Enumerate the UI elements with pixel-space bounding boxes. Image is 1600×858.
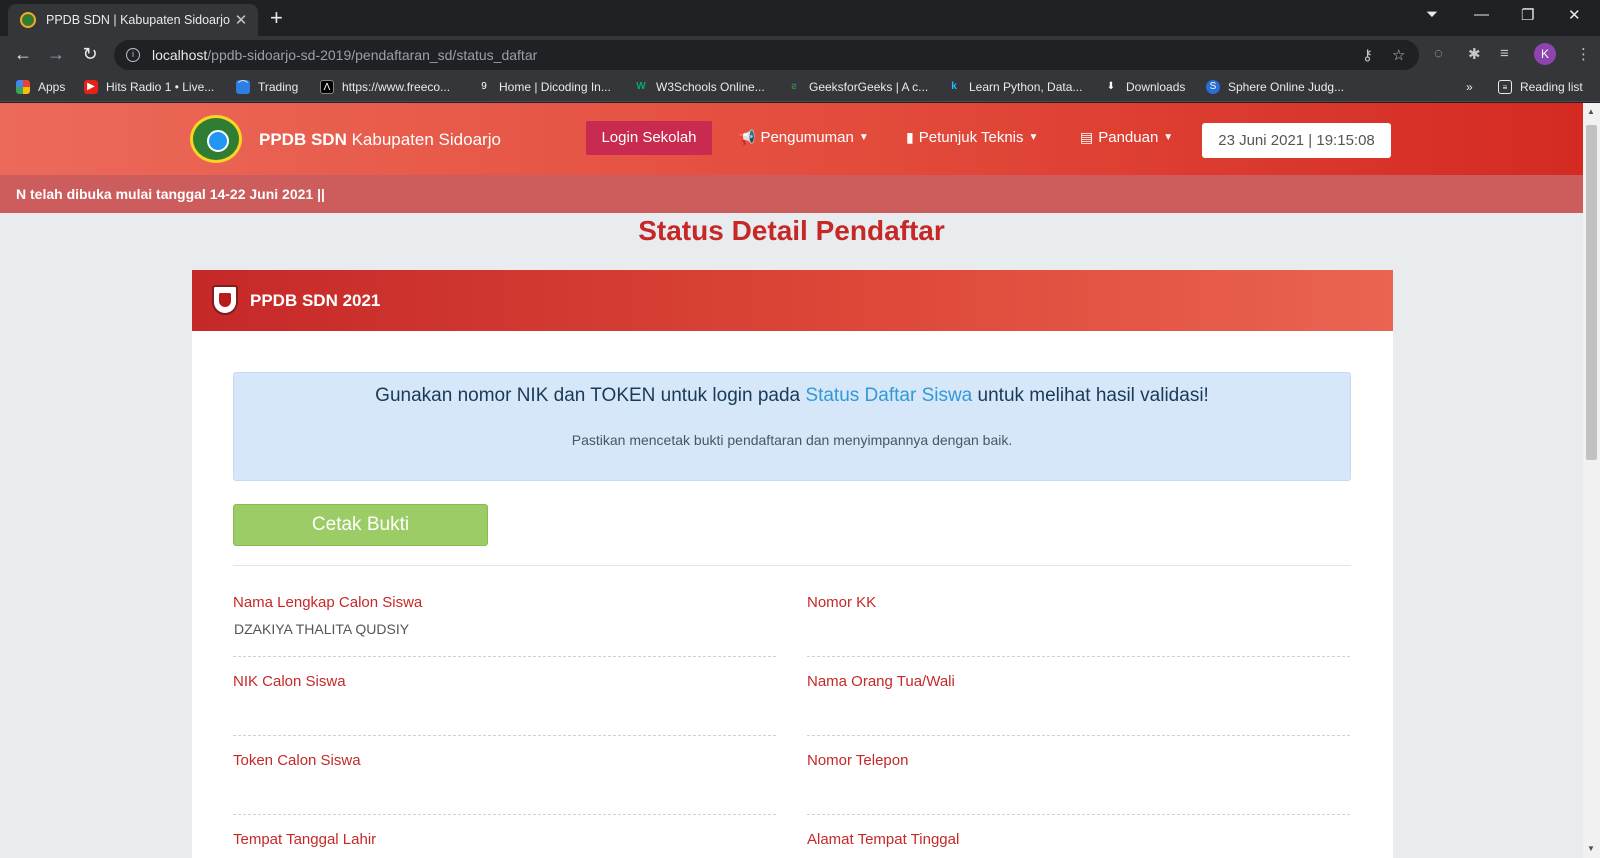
url-host: localhost: [152, 47, 208, 63]
field-nama-lengkap: Nama Lengkap Calon Siswa DZAKIYA THALITA…: [233, 594, 776, 657]
dicoding-icon: 9: [481, 81, 487, 92]
menu-kebab-icon[interactable]: ⋮: [1576, 45, 1591, 63]
menu-petunjuk-teknis[interactable]: ▮ Petunjuk Teknis ▼: [906, 129, 1038, 146]
card-header: PPDB SDN 2021: [192, 270, 1393, 331]
sidoarjo-logo-icon[interactable]: [190, 115, 242, 163]
tab-title: PPDB SDN | Kabupaten Sidoarjo: [46, 13, 230, 27]
field-tempat-tanggal-lahir: Tempat Tanggal Lahir: [233, 831, 776, 858]
key-icon[interactable]: ⚷: [1362, 46, 1373, 64]
announcement-marquee: N telah dibuka mulai tanggal 14-22 Juni …: [0, 175, 1583, 213]
media-control-icon[interactable]: ≡: [1500, 45, 1509, 62]
megaphone-icon: 📢: [738, 129, 756, 145]
menu-panduan[interactable]: ▤ Panduan ▼: [1080, 129, 1173, 146]
extensions-puzzle-icon[interactable]: ✱: [1468, 45, 1481, 63]
book-icon: ▮: [906, 129, 914, 145]
minimize-icon[interactable]: —: [1474, 6, 1489, 23]
browser-tab-bar: PPDB SDN | Kabupaten Sidoarjo ✕ + ⏷ — ❐ …: [0, 0, 1600, 36]
scroll-down-icon[interactable]: ▼: [1587, 844, 1595, 853]
field-nomor-telepon: Nomor Telepon: [807, 752, 1350, 815]
geeksforgeeks-icon: ƨ: [791, 81, 797, 92]
field-nik: NIK Calon Siswa: [233, 673, 776, 736]
restore-icon[interactable]: ❐: [1521, 6, 1534, 24]
chevron-down-icon: ▼: [1163, 132, 1174, 143]
site-navbar: PPDB SDN Kabupaten Sidoarjo Login Sekola…: [0, 103, 1583, 175]
field-alamat: Alamat Tempat Tinggal: [807, 831, 1350, 858]
page-title: Status Detail Pendaftar: [638, 215, 945, 246]
tab-search-icon[interactable]: ⏷: [1426, 6, 1438, 23]
site-info-icon[interactable]: i: [126, 48, 140, 62]
chevron-down-icon: ▼: [858, 132, 869, 143]
bookmarks-overflow-icon[interactable]: »: [1466, 80, 1473, 94]
field-label: Nomor KK: [807, 594, 877, 611]
bookmark-apps[interactable]: Apps: [16, 80, 65, 94]
download-icon: ⬇: [1106, 81, 1116, 92]
field-label: Nomor Telepon: [807, 752, 909, 769]
field-label: Token Calon Siswa: [233, 752, 361, 769]
marquee-text: N telah dibuka mulai tanggal 14-22 Juni …: [16, 186, 325, 202]
url-path: /ppdb-sidoarjo-sd-2019/pendaftaran_sd/st…: [207, 47, 538, 63]
apps-grid-icon: [16, 80, 30, 94]
youtube-icon: ▶: [84, 80, 98, 94]
spoj-icon: S: [1206, 80, 1220, 94]
bookmark-trading[interactable]: ⌒ Trading: [236, 80, 298, 94]
info-alert: Gunakan nomor NIK dan TOKEN untuk login …: [233, 372, 1351, 481]
alert-subtext: Pastikan mencetak bukti pendaftaran dan …: [571, 432, 1013, 448]
field-label: Tempat Tanggal Lahir: [233, 831, 377, 848]
browser-tab[interactable]: PPDB SDN | Kabupaten Sidoarjo ✕: [8, 4, 258, 36]
field-token: Token Calon Siswa: [233, 752, 776, 815]
bookmark-dicoding[interactable]: 9 Home | Dicoding In...: [477, 80, 611, 94]
site-favicon-icon: [20, 12, 36, 28]
login-sekolah-button[interactable]: Login Sekolah: [586, 121, 712, 155]
bookmarks-bar: Apps ▶ Hits Radio 1 • Live... ⌒ Trading Λh…: [0, 74, 1600, 102]
bookmark-star-icon[interactable]: ☆: [1392, 46, 1405, 64]
field-label: Alamat Tempat Tinggal: [807, 831, 960, 848]
guide-icon: ▤: [1080, 129, 1094, 145]
page-viewport: PPDB SDN Kabupaten Sidoarjo Login Sekola…: [0, 103, 1600, 858]
scrollbar-thumb[interactable]: [1586, 125, 1597, 460]
extension-sync-icon[interactable]: ◌: [1434, 45, 1443, 62]
field-label: NIK Calon Siswa: [233, 673, 346, 690]
field-value: DZAKIYA THALITA QUDSIY: [234, 621, 410, 637]
profile-avatar[interactable]: K: [1534, 43, 1556, 65]
field-label: Nama Orang Tua/Wali: [807, 673, 955, 690]
tab-close-icon[interactable]: ✕: [232, 11, 250, 29]
bookmark-learn-python[interactable]: k Learn Python, Data...: [947, 80, 1082, 94]
trading-icon: ⌒: [236, 80, 250, 94]
shield-logo-icon: [212, 285, 238, 315]
divider: [233, 565, 1351, 566]
reload-icon[interactable]: ↻: [79, 44, 101, 65]
field-nama-orang-tua: Nama Orang Tua/Wali: [807, 673, 1350, 736]
bookmark-freecodecamp[interactable]: Λhttps://www.freeco...: [320, 80, 450, 94]
kaggle-icon: k: [951, 81, 957, 92]
registration-card: PPDB SDN 2021 Gunakan nomor NIK dan TOKE…: [192, 270, 1393, 858]
bookmark-geeksforgeeks[interactable]: ƨ GeeksforGeeks | A c...: [787, 80, 928, 94]
field-nomor-kk: Nomor KK: [807, 594, 1350, 657]
address-bar[interactable]: i localhost/ppdb-sidoarjo-sd-2019/pendaf…: [114, 40, 1419, 70]
browser-toolbar: ← → ↻ i localhost/ppdb-sidoarjo-sd-2019/…: [0, 36, 1600, 74]
site-brand[interactable]: PPDB SDN Kabupaten Sidoarjo: [259, 130, 501, 150]
new-tab-icon[interactable]: +: [270, 5, 283, 31]
cetak-bukti-button[interactable]: Cetak Bukti: [233, 504, 488, 546]
field-label: Nama Lengkap Calon Siswa: [233, 594, 423, 611]
reading-list-icon: ≡: [1498, 80, 1512, 94]
scroll-up-icon[interactable]: ▲: [1587, 107, 1595, 116]
w3schools-icon: W: [636, 81, 646, 92]
status-daftar-siswa-link[interactable]: Status Daftar Siswa: [805, 385, 972, 406]
datetime-display: 23 Juni 2021 | 19:15:08: [1202, 123, 1391, 158]
freecodecamp-icon: Λ: [320, 80, 334, 94]
bookmark-w3schools[interactable]: W W3Schools Online...: [634, 80, 764, 94]
reading-list-button[interactable]: ≡ Reading list: [1498, 80, 1583, 94]
bookmark-spoj[interactable]: S Sphere Online Judg...: [1206, 80, 1344, 94]
bookmark-hits-radio[interactable]: ▶ Hits Radio 1 • Live...: [84, 80, 214, 94]
menu-pengumuman[interactable]: 📢 Pengumuman ▼: [738, 129, 869, 146]
alert-message: Gunakan nomor NIK dan TOKEN untuk login …: [375, 385, 1209, 406]
bookmark-downloads[interactable]: ⬇ Downloads: [1104, 80, 1186, 94]
forward-icon[interactable]: →: [45, 44, 67, 65]
chevron-down-icon: ▼: [1028, 132, 1039, 143]
back-icon[interactable]: ←: [12, 44, 34, 65]
card-title: PPDB SDN 2021: [250, 291, 381, 310]
page-scrollbar[interactable]: ▲ ▼: [1583, 103, 1600, 858]
close-window-icon[interactable]: ✕: [1568, 6, 1581, 24]
